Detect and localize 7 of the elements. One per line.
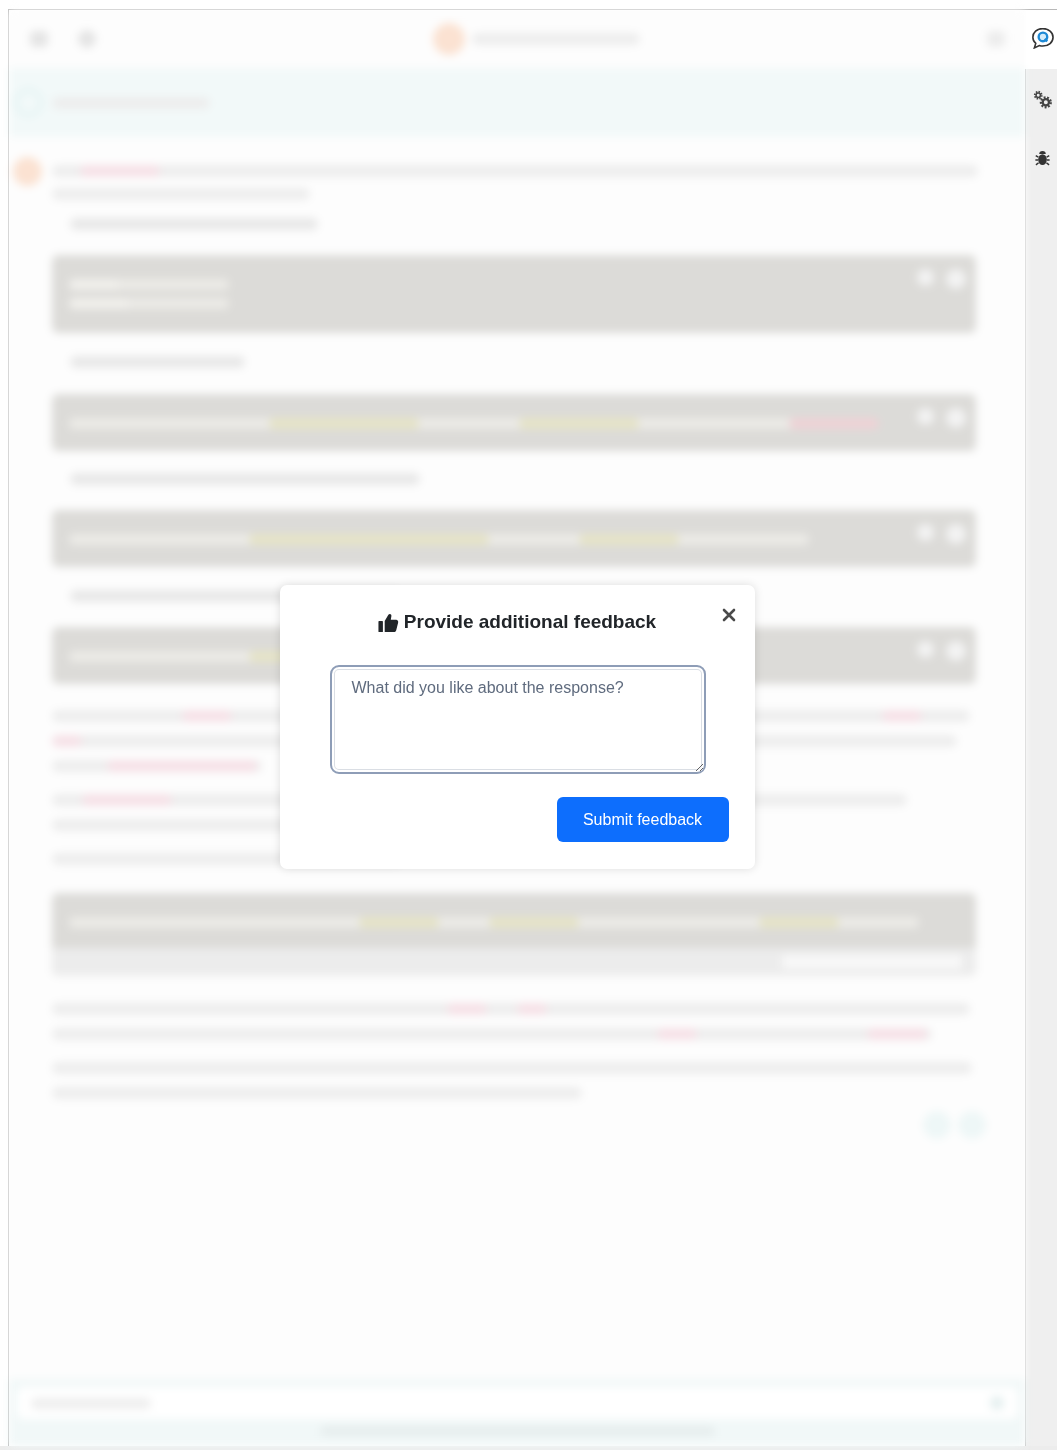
feedback-field[interactable]: What did you like about the response? [329,665,706,774]
gears-icon[interactable] [1033,90,1052,109]
chat-bubble-icon[interactable] [1031,27,1054,49]
submit-feedback-button[interactable]: Submit feedback [556,797,729,842]
bug-icon[interactable] [1035,149,1050,166]
close-icon[interactable] [721,608,736,622]
dialog-title: Provide additional feedback [403,611,657,633]
